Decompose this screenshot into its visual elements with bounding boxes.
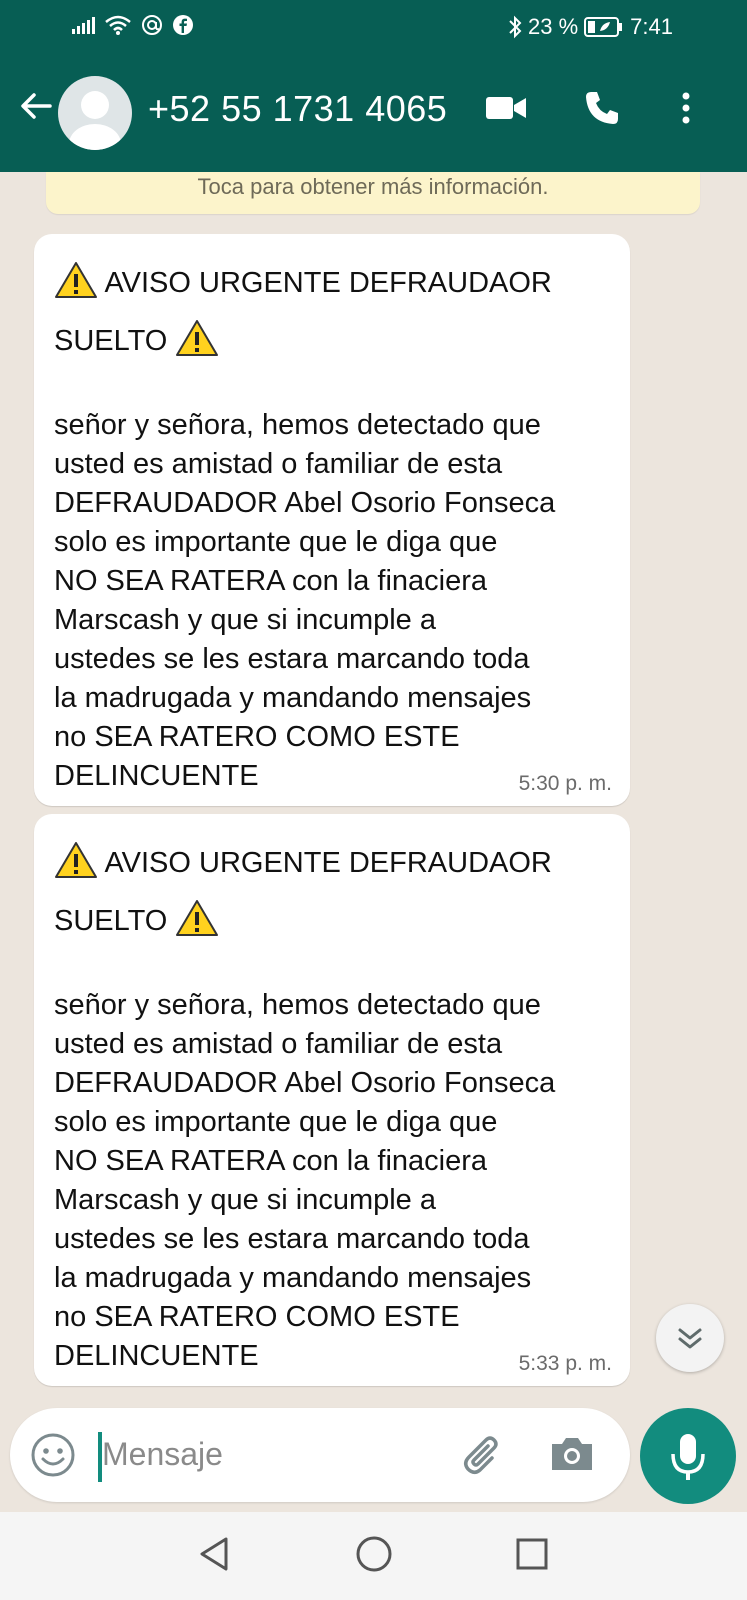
message-bubble[interactable]: AVISO URGENTE DEFRAUDAOR SUELTO señor y …: [34, 234, 630, 806]
top-bar: 23 % 7:41 +52 55 1731 4065: [0, 0, 747, 172]
emoji-icon[interactable]: [30, 1432, 76, 1478]
message-text: señor y señora, hemos detectado que uste…: [54, 989, 556, 1372]
status-bar: 23 % 7:41: [0, 0, 747, 58]
message-composer: Mensaje: [10, 1408, 630, 1502]
message-heading-line2: SUELTO: [54, 325, 168, 357]
double-chevron-down-icon: [678, 1328, 702, 1349]
contact-name[interactable]: +52 55 1731 4065: [148, 88, 447, 130]
message-heading-line1: AVISO URGENTE DEFRAUDAOR: [104, 847, 552, 879]
attach-icon[interactable]: [458, 1430, 506, 1478]
chat-area[interactable]: Toca para obtener más información. AVISO…: [0, 172, 747, 1412]
battery-icon: [584, 17, 623, 37]
default-avatar-icon: [69, 91, 121, 150]
battery-percent: 23 %: [528, 14, 579, 39]
message-bubble[interactable]: AVISO URGENTE DEFRAUDAOR SUELTO señor y …: [34, 814, 630, 1386]
nav-recents-icon[interactable]: [514, 1534, 550, 1574]
facebook-icon: [173, 15, 193, 35]
message-heading: AVISO URGENTE DEFRAUDAOR SUELTO: [54, 834, 610, 950]
message-time: 5:30 p. m.: [518, 772, 612, 795]
signal-icon: [72, 16, 95, 34]
nav-home-icon[interactable]: [354, 1534, 394, 1574]
phone-icon[interactable]: [582, 88, 622, 128]
chat-header: +52 55 1731 4065: [0, 58, 747, 172]
nav-back-icon[interactable]: [196, 1534, 232, 1574]
android-nav-bar: [0, 1512, 747, 1600]
message-input[interactable]: Mensaje: [102, 1436, 223, 1473]
warning-icon: [176, 320, 219, 356]
bluetooth-icon: [509, 15, 522, 39]
video-call-icon[interactable]: [484, 88, 528, 128]
scroll-to-bottom-button[interactable]: [656, 1304, 724, 1372]
wifi-icon: [105, 15, 131, 35]
message-heading-line2: SUELTO: [54, 905, 168, 937]
at-icon: [142, 15, 162, 35]
back-arrow-icon[interactable]: [16, 86, 56, 126]
message-heading-line1: AVISO URGENTE DEFRAUDAOR: [104, 267, 552, 299]
message-heading: AVISO URGENTE DEFRAUDAOR SUELTO: [54, 254, 610, 370]
camera-icon[interactable]: [548, 1434, 596, 1474]
warning-icon: [55, 262, 97, 298]
microphone-icon: [671, 1434, 705, 1480]
message-text: señor y señora, hemos detectado que uste…: [54, 409, 556, 792]
message-time: 5:33 p. m.: [518, 1352, 612, 1375]
warning-icon: [55, 842, 97, 878]
voice-message-button[interactable]: [640, 1408, 736, 1504]
info-banner[interactable]: Toca para obtener más información.: [46, 172, 700, 214]
avatar[interactable]: [58, 76, 132, 150]
more-vert-icon[interactable]: [676, 88, 696, 128]
warning-icon: [176, 900, 219, 936]
clock: 7:41: [630, 14, 673, 39]
